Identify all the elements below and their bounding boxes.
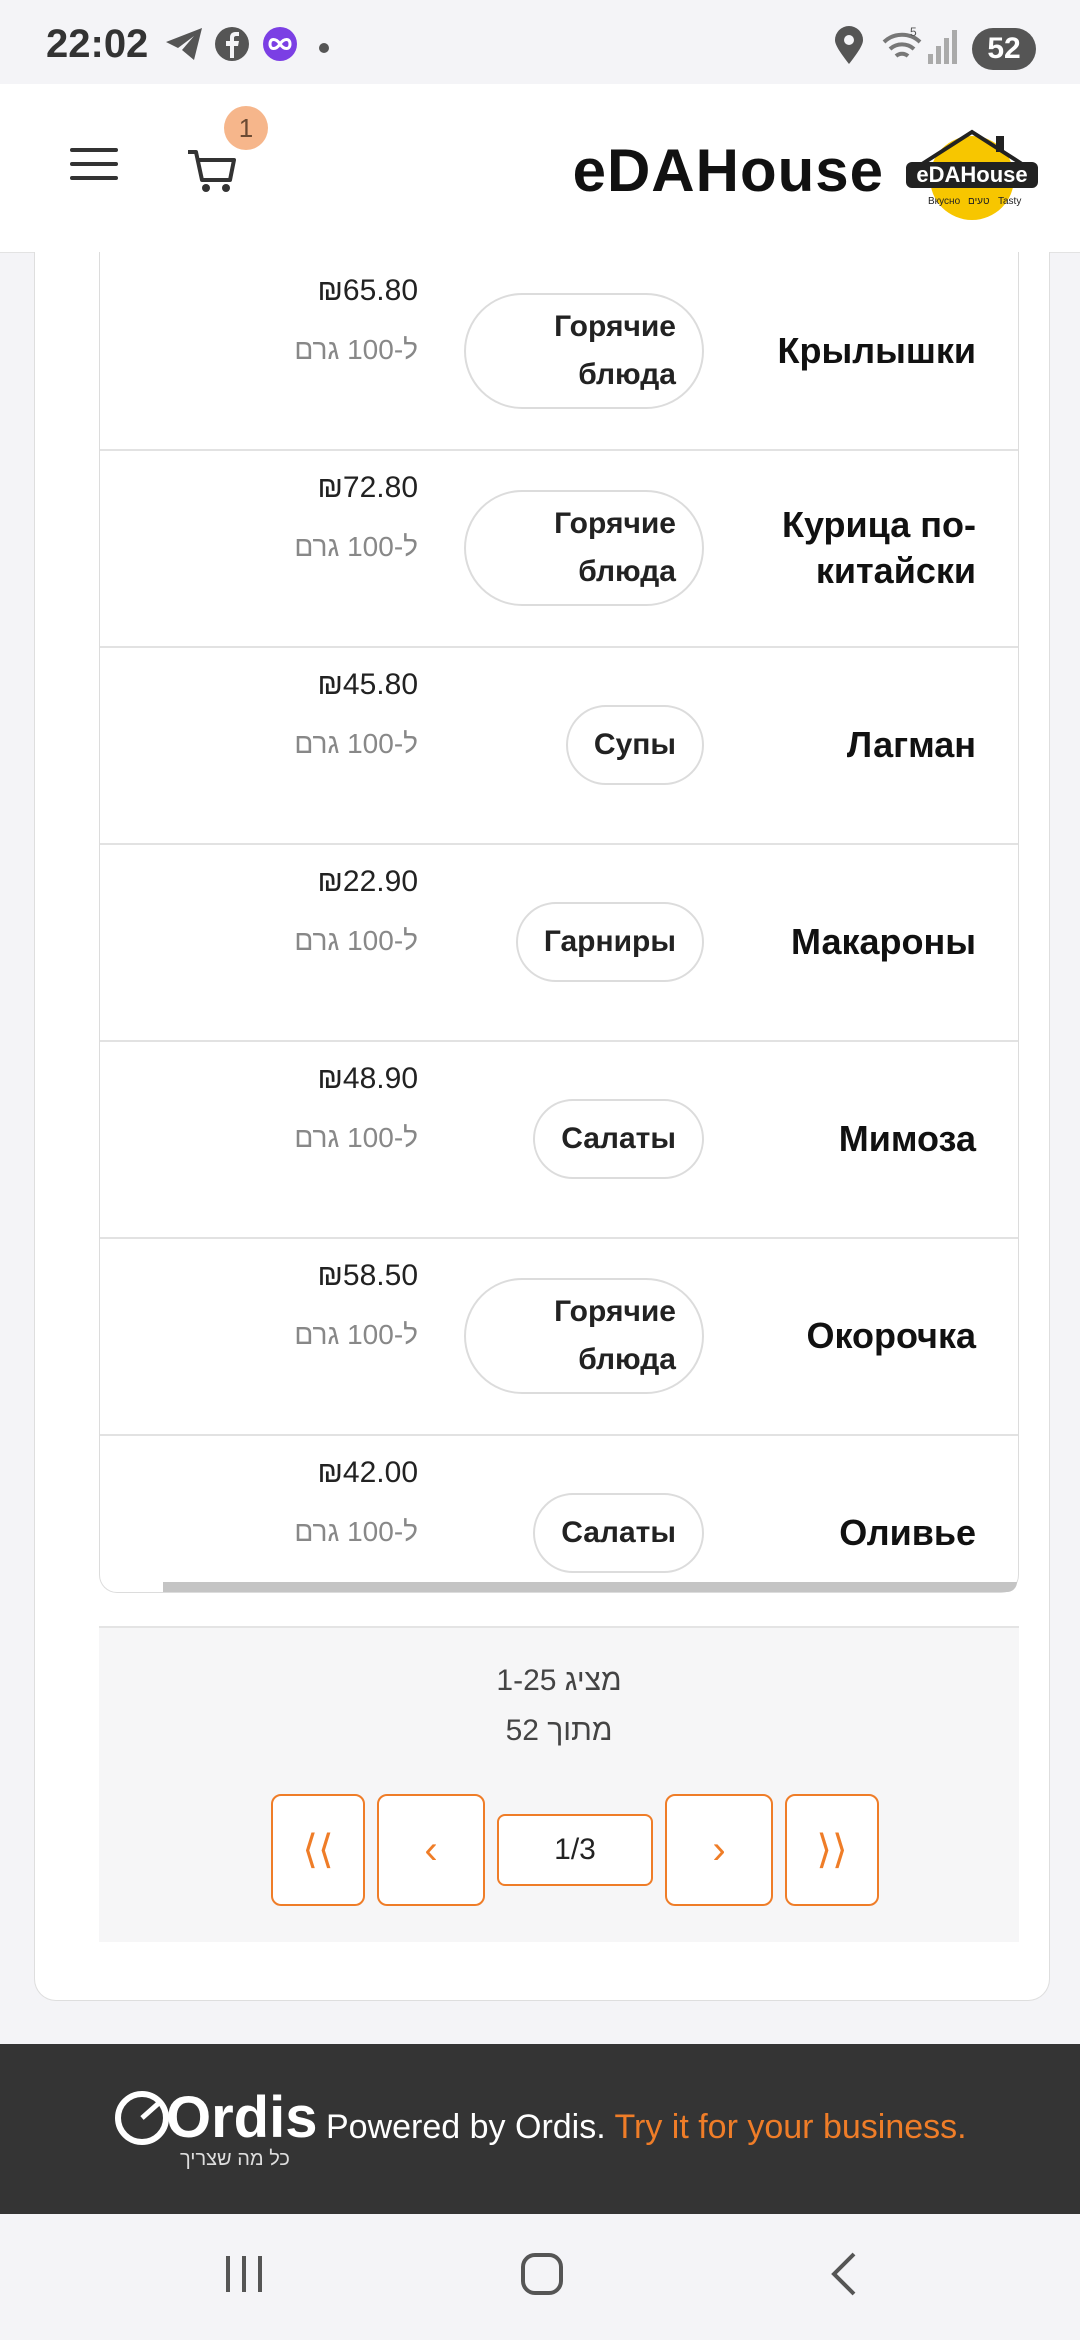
app-header: 1 eDAHouse eDAHouse Вкусно טעים Tasty	[0, 84, 1080, 253]
brand-logo[interactable]: eDAHouse Вкусно טעים Tasty	[902, 122, 1042, 222]
system-nav-bar	[0, 2214, 1080, 2340]
hamburger-icon	[70, 148, 118, 152]
product-row[interactable]: Мимоза Салаты ₪48.90 ל-100 גרם	[100, 1040, 1018, 1239]
svg-text:5: 5	[910, 26, 917, 39]
try-link[interactable]: Try it for your business.	[615, 2108, 967, 2146]
category-badge[interactable]: Салаты	[533, 1098, 704, 1179]
products-table[interactable]: Крылышки Горячие блюда ₪65.80 ל-100 גרם Кури…	[99, 252, 1019, 1593]
category-badge[interactable]: Горячие блюда	[464, 292, 704, 409]
svg-text:Tasty: Tasty	[998, 196, 1021, 207]
pagination: מציג 1-25 מתוך 52 ⟨⟨ ‹ 1/3 › ⟩⟩	[99, 1626, 1019, 1942]
ordis-logo[interactable]: Ordis	[166, 2084, 318, 2151]
prev-page-button[interactable]: ‹	[377, 1794, 485, 1906]
ordis-logo-icon	[115, 2091, 169, 2145]
category-badge[interactable]: Гарниры	[515, 901, 704, 982]
signal-icon	[928, 30, 957, 64]
powered-text: Powered by Ordis.	[326, 2108, 606, 2146]
product-name[interactable]: Макароны	[726, 843, 976, 1040]
product-price: ₪65.80	[317, 274, 418, 307]
home-icon[interactable]	[518, 2250, 566, 2298]
category-badge[interactable]: Супы	[565, 704, 704, 785]
pagination-total: מתוך 52	[505, 1714, 613, 1747]
product-price: ₪22.90	[317, 865, 418, 898]
horizontal-scrollbar[interactable]	[163, 1582, 1017, 1592]
svg-text:Вкусно: Вкусно	[928, 196, 961, 207]
recent-apps-icon[interactable]	[220, 2250, 268, 2298]
pagination-range: מציג 1-25	[496, 1664, 622, 1697]
product-name[interactable]: Окорочка	[726, 1237, 976, 1434]
category-badge[interactable]: Горячие блюда	[464, 489, 704, 606]
product-name[interactable]: Крылышки	[726, 252, 976, 449]
price-unit: ל-100 גרם	[294, 1516, 418, 1547]
product-row[interactable]: Курица по-китайски Горячие блюда ₪72.80 ל-1…	[100, 449, 1018, 648]
dot-icon	[319, 43, 329, 53]
product-name[interactable]: Оливье	[726, 1434, 976, 1592]
first-page-button[interactable]: ⟨⟨	[271, 1794, 365, 1906]
next-page-button[interactable]: ›	[665, 1794, 773, 1906]
category-badge[interactable]: Горячие блюда	[464, 1277, 704, 1394]
logo-text: eDAHouse	[916, 162, 1027, 187]
product-name[interactable]: Мимоза	[726, 1040, 976, 1237]
status-bar: 22:02 5 52	[0, 0, 1080, 84]
product-name[interactable]: Курица по-китайски	[726, 449, 976, 646]
status-time: 22:02	[46, 22, 149, 66]
location-icon	[835, 26, 863, 64]
product-price: ₪72.80	[317, 471, 418, 504]
back-icon[interactable]	[822, 2250, 870, 2298]
facebook-icon	[215, 27, 249, 61]
cart-icon[interactable]	[184, 142, 240, 198]
product-price: ₪48.90	[317, 1062, 418, 1095]
product-name[interactable]: Лагман	[726, 646, 976, 843]
wifi-icon: 5	[882, 26, 922, 58]
price-unit: ל-100 גרם	[294, 925, 418, 956]
products-card: Крылышки Горячие блюда ₪65.80 ל-100 גרם Кури…	[34, 252, 1050, 2001]
product-price: ₪45.80	[317, 668, 418, 701]
product-price: ₪58.50	[317, 1259, 418, 1292]
cart-badge: 1	[224, 106, 268, 150]
price-unit: ל-100 גרם	[294, 1319, 418, 1350]
product-row[interactable]: Оливье Салаты ₪42.00 ל-100 גרם	[100, 1434, 1018, 1592]
svg-text:טעים: טעים	[968, 196, 990, 207]
brand-name[interactable]: eDAHouse	[573, 136, 884, 205]
footer: Ordis כל מה שצריך Powered by Ordis. Try …	[0, 2044, 1080, 2214]
menu-button[interactable]	[70, 148, 118, 192]
powered-by: Powered by Ordis. Try it for your busine…	[326, 2108, 967, 2147]
battery-indicator: 52	[972, 28, 1036, 70]
product-row[interactable]: Крылышки Горячие блюда ₪65.80 ל-100 גרם	[100, 252, 1018, 451]
price-unit: ל-100 גרם	[294, 531, 418, 562]
page-indicator[interactable]: 1/3	[497, 1814, 653, 1886]
price-unit: ל-100 גרם	[294, 728, 418, 759]
telegram-icon	[166, 28, 202, 60]
messenger-icon	[263, 27, 297, 61]
product-row[interactable]: Макароны Гарниры ₪22.90 ל-100 גרם	[100, 843, 1018, 1042]
ordis-tagline: כל מה שצריך	[180, 2148, 290, 2170]
product-row[interactable]: Лагман Супы ₪45.80 ל-100 גרם	[100, 646, 1018, 845]
product-price: ₪42.00	[317, 1456, 418, 1489]
price-unit: ל-100 גרם	[294, 334, 418, 365]
product-row[interactable]: Окорочка Горячие блюда ₪58.50 ל-100 גרם	[100, 1237, 1018, 1436]
category-badge[interactable]: Салаты	[533, 1492, 704, 1573]
price-unit: ל-100 גרם	[294, 1122, 418, 1153]
last-page-button[interactable]: ⟩⟩	[785, 1794, 879, 1906]
